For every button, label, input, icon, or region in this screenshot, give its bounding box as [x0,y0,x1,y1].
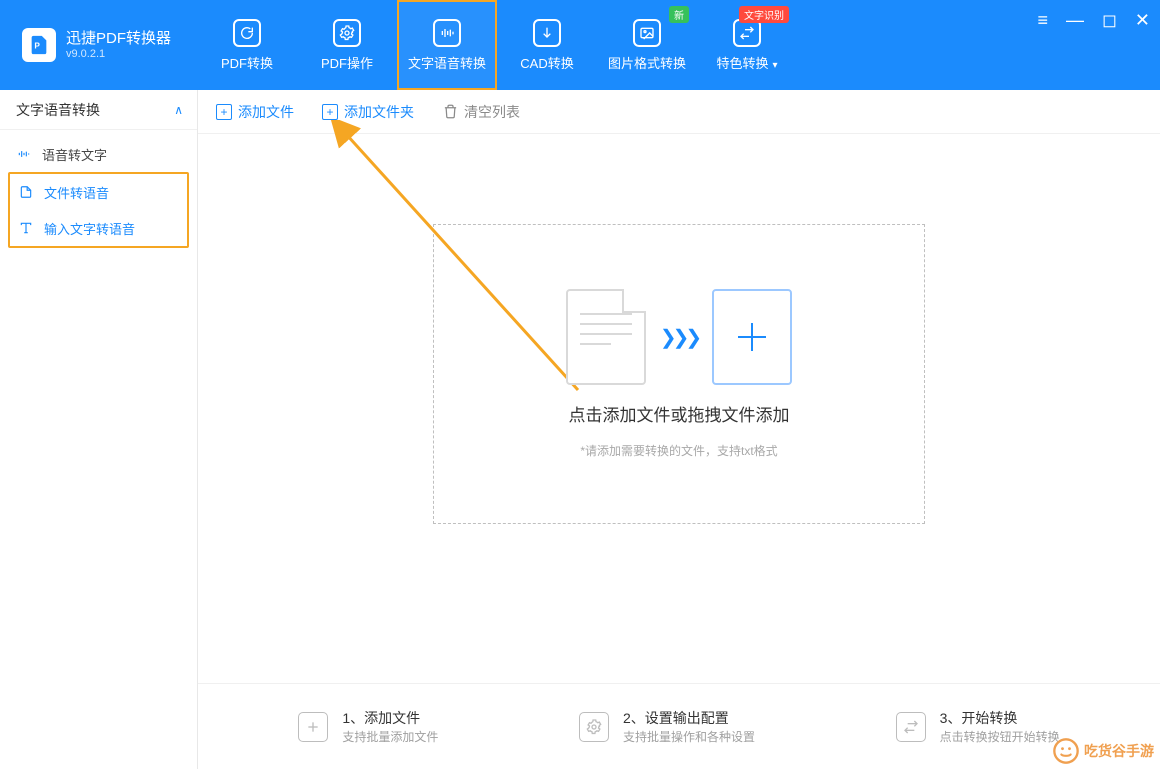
svg-text:P: P [34,42,40,51]
badge-ocr: 文字识别 [739,6,789,23]
app-version: v9.0.2.1 [66,48,171,60]
step-settings-icon [579,712,609,742]
tab-special-convert[interactable]: 文字识别 特色转换▾ [697,0,797,90]
cad-convert-icon [533,19,561,47]
tab-cad-convert[interactable]: CAD转换 [497,0,597,90]
badge-new: 新 [669,6,689,23]
sidebar-item-label: 输入文字转语音 [44,219,135,238]
step-1: 1、添加文件 支持批量添加文件 [298,708,438,745]
watermark: 吃货谷手游 [1052,737,1154,765]
plus-icon: + [322,104,338,120]
sidebar-header[interactable]: 文字语音转换 ∧ [0,90,197,130]
clear-list-label: 清空列表 [464,102,520,122]
header-tabs: PDF转换 PDF操作 文字语音转换 CAD转换 新 图片格式转换 文字识别 [197,0,797,90]
tab-pdf-operate[interactable]: PDF操作 [297,0,397,90]
sidebar-item-label: 文件转语音 [44,183,109,202]
sidebar-header-label: 文字语音转换 [16,100,100,120]
close-button[interactable]: ✕ [1135,10,1150,31]
tab-label: 图片格式转换 [608,53,686,72]
pdf-convert-icon [233,19,261,47]
sidebar-item-label: 语音转文字 [42,145,107,164]
waveform-icon [16,146,32,162]
step-title: 2、设置输出配置 [623,708,755,728]
app-logo-icon: P [22,28,56,62]
step-convert-icon [896,712,926,742]
chevron-down-icon: ▾ [773,60,778,71]
sidebar-item-file-to-speech[interactable]: 文件转语音 [10,174,187,210]
minimize-button[interactable]: — [1066,10,1084,31]
step-sub: 支持批量操作和各种设置 [623,728,755,745]
menu-icon[interactable]: ≡ [1037,10,1048,31]
step-3: 3、开始转换 点击转换按钮开始转换 [896,708,1060,745]
sidebar-item-speech-to-text[interactable]: 语音转文字 [8,136,189,172]
toolbar: + 添加文件 + 添加文件夹 清空列表 [198,90,1160,134]
app-header: P 迅捷PDF转换器 v9.0.2.1 PDF转换 PDF操作 文字语音转换 [0,0,1160,90]
text-speech-icon [433,19,461,47]
tab-image-format[interactable]: 新 图片格式转换 [597,0,697,90]
window-controls: ≡ — ◻ ✕ [1037,0,1150,40]
add-folder-button[interactable]: + 添加文件夹 [322,102,414,122]
trash-icon [442,104,458,120]
add-file-button[interactable]: + 添加文件 [216,102,294,122]
tab-label: CAD转换 [520,53,573,72]
watermark-text: 吃货谷手游 [1084,741,1154,761]
image-format-icon [633,19,661,47]
step-sub: 支持批量添加文件 [342,728,438,745]
sidebar-item-text-to-speech[interactable]: 输入文字转语音 [10,210,187,246]
file-audio-icon [18,184,34,200]
clear-list-button[interactable]: 清空列表 [442,102,520,122]
add-target-icon [712,289,792,385]
dropzone-graphic: ❯❯❯ [566,289,792,385]
document-icon [566,289,646,385]
plus-icon: + [216,104,232,120]
add-file-label: 添加文件 [238,102,294,122]
step-2: 2、设置输出配置 支持批量操作和各种设置 [579,708,755,745]
tab-label: PDF操作 [321,53,373,72]
dropzone[interactable]: ❯❯❯ 点击添加文件或拖拽文件添加 *请添加需要转换的文件，支持txt格式 [433,224,925,524]
tab-text-speech[interactable]: 文字语音转换 [397,0,497,90]
arrows-icon: ❯❯❯ [660,325,698,350]
step-sub: 点击转换按钮开始转换 [940,728,1060,745]
text-input-icon [18,220,34,236]
step-title: 3、开始转换 [940,708,1060,728]
dropzone-subtitle: *请添加需要转换的文件，支持txt格式 [580,442,777,459]
chevron-up-icon: ∧ [174,103,183,117]
brand: P 迅捷PDF转换器 v9.0.2.1 [0,0,189,90]
pdf-operate-icon [333,19,361,47]
tab-label: 特色转换▾ [716,53,777,72]
tab-label: 文字语音转换 [408,53,486,72]
sidebar: 文字语音转换 ∧ 语音转文字 文件转语音 输入文字转语音 [0,90,198,769]
step-add-icon [298,712,328,742]
add-folder-label: 添加文件夹 [344,102,414,122]
dropzone-title: 点击添加文件或拖拽文件添加 [569,401,790,426]
tab-label: PDF转换 [221,53,273,72]
step-title: 1、添加文件 [342,708,438,728]
steps-bar: 1、添加文件 支持批量添加文件 2、设置输出配置 支持批量操作和各种设置 3、开… [198,683,1160,769]
app-title: 迅捷PDF转换器 [66,30,171,48]
main-content: + 添加文件 + 添加文件夹 清空列表 [198,90,1160,769]
tab-pdf-convert[interactable]: PDF转换 [197,0,297,90]
maximize-button[interactable]: ◻ [1102,10,1117,31]
